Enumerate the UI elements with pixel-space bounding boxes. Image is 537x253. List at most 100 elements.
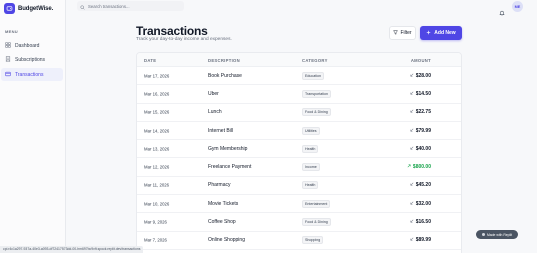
- arrow-down-left-icon: [410, 201, 414, 207]
- table-row[interactable]: Mar 16, 2026 Uber Transportation $14.50: [137, 85, 461, 104]
- row-description: Movie Tickets: [208, 200, 239, 207]
- arrow-up-right-icon: [407, 164, 411, 170]
- row-date: Mar 17, 2026: [144, 73, 170, 79]
- amount-value: $28.00: [415, 72, 431, 79]
- amount-value: $79.99: [415, 127, 431, 134]
- table-row[interactable]: Mar 7, 2026 Online Shopping Shopping $89.99: [137, 232, 461, 250]
- amount-value: $40.00: [415, 145, 431, 152]
- avatar[interactable]: ME: [512, 1, 523, 12]
- category-badge: Health: [302, 144, 319, 153]
- row-date: Mar 10, 2026: [144, 201, 170, 207]
- category-badge: Health: [302, 181, 319, 190]
- amount-value: $45.20: [415, 182, 431, 189]
- menu-label: MENU: [5, 29, 18, 34]
- card-icon: [5, 71, 11, 79]
- sidebar-item-subscriptions[interactable]: Subscriptions: [1, 54, 63, 67]
- receipt-icon: [5, 56, 11, 64]
- table-row[interactable]: Mar 14, 2026 Internet Bill Utilities $79.99: [137, 122, 461, 141]
- amount-value: $14.50: [415, 90, 431, 97]
- row-description: Freelance Payment: [208, 164, 252, 171]
- table-row[interactable]: Mar 17, 2026 Book Purchase Education $28.00: [137, 67, 461, 86]
- amount-value: $32.00: [415, 200, 431, 207]
- sidebar-item-label: Dashboard: [15, 42, 40, 49]
- app-logo[interactable]: BudgetWise.: [4, 3, 53, 14]
- row-date: Mar 13, 2026: [144, 146, 170, 152]
- filter-button[interactable]: Filter: [389, 26, 416, 40]
- row-date: Mar 9, 2026: [144, 219, 167, 225]
- row-date: Mar 12, 2026: [144, 164, 170, 170]
- topbar: ME: [67, 0, 537, 16]
- row-date: Mar 11, 2026: [144, 182, 170, 188]
- table-row[interactable]: Mar 12, 2026 Freelance Payment Income $800.…: [137, 158, 461, 177]
- column-header-category[interactable]: CATEGORY: [302, 58, 328, 63]
- column-header-date[interactable]: DATE: [144, 58, 156, 63]
- arrow-down-left-icon: [410, 128, 414, 134]
- category-badge: Food & Dining: [302, 218, 331, 227]
- sidebar-item-dashboard[interactable]: Dashboard: [1, 39, 63, 52]
- replit-icon: [481, 233, 485, 236]
- page-title: Transactions: [136, 24, 208, 38]
- category-badge: Education: [302, 71, 324, 80]
- row-description: Online Shopping: [208, 237, 245, 244]
- app-name: BudgetWise.: [18, 5, 54, 12]
- category-badge: Food & Dining: [302, 108, 331, 117]
- table-row[interactable]: Mar 10, 2026 Movie Tickets Entertainment $3…: [137, 195, 461, 214]
- search-icon: [80, 0, 85, 15]
- row-date: Mar 16, 2026: [144, 91, 170, 97]
- row-amount: $14.50: [410, 91, 431, 97]
- table-row[interactable]: Mar 9, 2026 Coffee Shop Food & Dining $16.5…: [137, 213, 461, 232]
- table-row[interactable]: Mar 13, 2026 Gym Membership Health $40.00: [137, 140, 461, 159]
- row-description: Internet Bill: [208, 127, 234, 134]
- sidebar: BudgetWise. MENU Dashboard Subscriptions…: [0, 0, 66, 253]
- row-amount: $79.99: [410, 128, 431, 134]
- add-new-label: Add New: [434, 30, 456, 36]
- add-new-button[interactable]: Add New: [420, 26, 462, 40]
- search-input[interactable]: [88, 3, 183, 9]
- column-header-description[interactable]: DESCRIPTION: [208, 58, 240, 63]
- filter-icon: [393, 30, 399, 37]
- status-url: cpi.r4c1a297-937a-40e3-a093-df72417573dd…: [0, 246, 144, 253]
- sidebar-nav: Dashboard Subscriptions Transactions: [1, 39, 63, 83]
- category-badge: Utilities: [302, 126, 320, 135]
- transactions-table: DATE DESCRIPTION CATEGORY AMOUNT Mar 17,…: [136, 52, 462, 253]
- sidebar-item-transactions[interactable]: Transactions: [1, 68, 63, 81]
- table-row[interactable]: Mar 11, 2026 Pharmacy Health $45.20: [137, 177, 461, 196]
- amount-value: $16.50: [415, 219, 431, 226]
- grid-icon: [5, 41, 11, 50]
- made-with-replit-badge[interactable]: Made with Replit: [476, 230, 518, 239]
- sidebar-item-label: Subscriptions: [15, 57, 46, 63]
- row-amount: $800.00: [407, 164, 431, 170]
- row-description: Pharmacy: [208, 182, 231, 189]
- table-row[interactable]: Mar 15, 2026 Lunch Food & Dining $22.75: [137, 104, 461, 122]
- badge-label: Made with Replit: [486, 232, 513, 237]
- table-body: Mar 17, 2026 Book Purchase Education $28.00…: [137, 67, 461, 250]
- bell-icon[interactable]: [499, 3, 505, 16]
- row-date: Mar 14, 2026: [144, 128, 170, 134]
- row-description: Book Purchase: [208, 72, 242, 79]
- arrow-down-left-icon: [410, 237, 414, 243]
- page-subtitle: Track your day-to-day income and expense…: [136, 37, 232, 42]
- amount-value: $89.99: [415, 237, 431, 244]
- row-amount: $28.00: [410, 73, 431, 79]
- category-badge: Entertainment: [302, 199, 331, 208]
- row-description: Lunch: [208, 109, 222, 116]
- row-description: Coffee Shop: [208, 219, 236, 226]
- search-box[interactable]: [77, 1, 184, 11]
- row-description: Gym Membership: [208, 145, 248, 152]
- category-badge: Transportation: [302, 89, 332, 98]
- sidebar-item-label: Transactions: [15, 71, 44, 78]
- arrow-down-left-icon: [410, 91, 414, 97]
- arrow-down-left-icon: [410, 219, 414, 225]
- row-date: Mar 15, 2026: [144, 109, 170, 115]
- table-header: DATE DESCRIPTION CATEGORY AMOUNT: [137, 53, 461, 67]
- row-amount: $16.50: [410, 219, 431, 225]
- amount-value: $800.00: [412, 164, 431, 171]
- wallet-icon: [4, 3, 15, 14]
- column-header-amount[interactable]: AMOUNT: [411, 58, 431, 63]
- arrow-down-left-icon: [410, 182, 414, 188]
- arrow-down-left-icon: [410, 146, 414, 152]
- filter-label: Filter: [400, 30, 412, 36]
- arrow-down-left-icon: [410, 109, 414, 115]
- row-amount: $45.20: [410, 182, 431, 188]
- category-badge: Shopping: [302, 236, 324, 245]
